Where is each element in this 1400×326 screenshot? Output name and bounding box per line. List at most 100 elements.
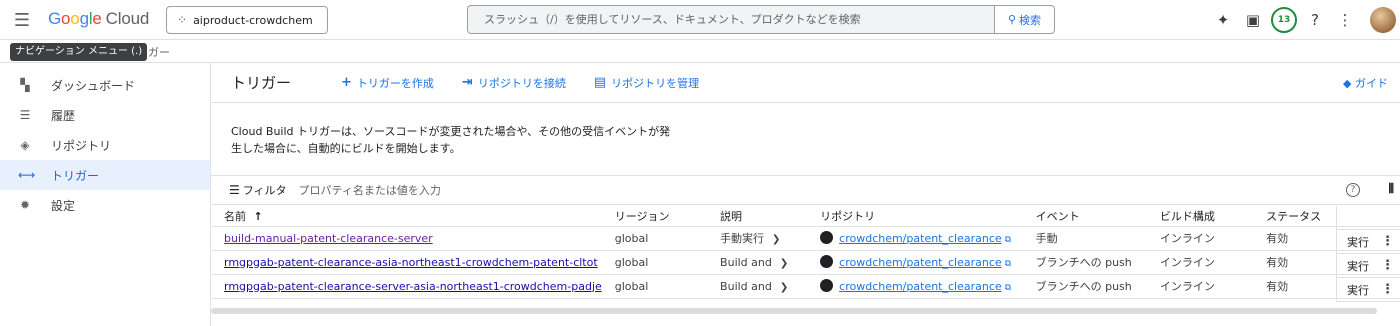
search-bar[interactable]: スラッシュ（/）を使用してリソース、ドキュメント、プロダクトなどを検索 ⚲ 検索 xyxy=(467,5,1055,34)
repository-cell: crowdchem/patent_clearance ⧉ xyxy=(807,226,1023,251)
event-cell: 手動 xyxy=(1022,226,1147,251)
chevron-down-icon[interactable]: ❯ xyxy=(772,234,780,245)
column-header-region[interactable]: リージョン xyxy=(601,206,708,227)
column-display-icon[interactable]: ⫴ xyxy=(1389,182,1394,197)
avatar[interactable] xyxy=(1370,7,1396,33)
manage-repositories-button[interactable]: ▤ リポジトリを管理 xyxy=(594,75,699,91)
sidebar: ▚ ダッシュボード ☰ 履歴 ◈ リポジトリ ⟷ トリガー ✹ 設定 xyxy=(0,70,210,220)
open-in-new-icon[interactable]: ⧉ xyxy=(1005,283,1011,293)
filter-bar: ☰ フィルタ プロパティ名または値を入力 ? ⫴ xyxy=(211,175,1400,205)
open-in-new-icon[interactable]: ⧉ xyxy=(1005,235,1011,245)
triggers-table: 名前 ↑ リージョン 説明 リポジトリ イベント ビルド構成 ステータス bui… xyxy=(211,206,1400,299)
table-row: build-manual-patent-clearance-server glo… xyxy=(211,226,1400,251)
github-icon xyxy=(820,255,834,268)
build-config-cell: インライン xyxy=(1146,226,1254,251)
project-icon: ⁘ xyxy=(177,13,187,27)
more-vert-icon[interactable]: ⋮ xyxy=(1381,258,1394,273)
top-bar: ☰ Google Cloud ⁘ aiproduct-crowdchem スラッシ… xyxy=(0,0,1400,40)
help-icon[interactable]: ? xyxy=(1300,5,1330,35)
plus-icon: + xyxy=(341,75,352,90)
connect-repository-button[interactable]: ⇥ リポジトリを接続 xyxy=(462,75,566,91)
school-icon: ◆ xyxy=(1343,77,1352,90)
repository-link[interactable]: crowdchem/patent_clearance xyxy=(839,256,1002,269)
notifications-badge[interactable]: 13 xyxy=(1271,7,1297,33)
trigger-name-cell: rmgpgab-patent-clearance-asia-northeast1… xyxy=(211,250,602,275)
build-config-cell: インライン xyxy=(1146,274,1254,299)
search-icon: ⚲ xyxy=(1007,13,1017,26)
chevron-down-icon[interactable]: ❯ xyxy=(780,258,788,269)
sidebar-item-dashboard[interactable]: ▚ ダッシュボード xyxy=(0,70,210,100)
description-cell: Build and ❯ xyxy=(707,250,808,275)
description-text: Cloud Build トリガーは、ソースコードが変更された場合や、その他の受信… xyxy=(231,125,671,155)
trigger-name-cell: build-manual-patent-clearance-server xyxy=(211,226,602,251)
run-row: 実行 ⋮ xyxy=(1336,230,1400,254)
table-row: rmgpgab-patent-clearance-asia-northeast1… xyxy=(211,250,1400,275)
sidebar-item-history[interactable]: ☰ 履歴 xyxy=(0,100,210,130)
settings-gear-icon: ✹ xyxy=(19,198,31,212)
open-in-new-icon[interactable]: ⧉ xyxy=(1005,259,1011,269)
table-row: rmgpgab-patent-clearance-server-asia-nor… xyxy=(211,274,1400,299)
repository-cell: crowdchem/patent_clearance ⧉ xyxy=(807,250,1023,275)
trigger-icon: ⟷ xyxy=(18,168,36,182)
repository-icon: ◈ xyxy=(20,138,30,152)
filter-icon: ☰ xyxy=(229,183,240,197)
column-header-repository[interactable]: リポジトリ xyxy=(807,206,1023,227)
sidebar-item-repositories[interactable]: ◈ リポジトリ xyxy=(0,130,210,160)
nav-menu-tooltip: ナビゲーション メニュー (.) xyxy=(10,43,148,61)
top-right-icons: ✦ ▣ 13 ? ⋮ xyxy=(1208,0,1400,40)
main-content: トリガー + トリガーを作成 ⇥ リポジトリを接続 ▤ リポジトリを管理 ◆ ガ… xyxy=(211,63,1400,299)
event-cell: ブランチへの push xyxy=(1022,274,1147,299)
run-button[interactable]: 実行 xyxy=(1347,282,1369,298)
trigger-name-link[interactable]: rmgpgab-patent-clearance-asia-northeast1… xyxy=(224,256,598,269)
more-vert-icon[interactable]: ⋮ xyxy=(1381,282,1394,297)
dashboard-icon: ▚ xyxy=(20,78,30,92)
build-config-cell: インライン xyxy=(1146,250,1254,275)
github-icon xyxy=(820,279,834,292)
gemini-sparkle-icon[interactable]: ✦ xyxy=(1208,5,1238,35)
google-cloud-logo[interactable]: Google Cloud xyxy=(48,9,149,29)
action-bar: トリガー + トリガーを作成 ⇥ リポジトリを接続 ▤ リポジトリを管理 ◆ ガ… xyxy=(211,63,1400,103)
column-header-name[interactable]: 名前 ↑ xyxy=(211,206,602,227)
column-header-build-config[interactable]: ビルド構成 xyxy=(1146,206,1254,227)
run-header-spacer xyxy=(1336,206,1400,230)
filter-label: フィルタ xyxy=(242,184,287,197)
chevron-down-icon[interactable]: ❯ xyxy=(780,282,788,293)
repository-cell: crowdchem/patent_clearance ⧉ xyxy=(807,274,1023,299)
run-row: 実行 ⋮ xyxy=(1336,278,1400,302)
manage-icon: ▤ xyxy=(593,75,607,90)
connect-icon: ⇥ xyxy=(461,75,473,90)
sidebar-item-settings[interactable]: ✹ 設定 xyxy=(0,190,210,220)
more-vert-icon[interactable]: ⋮ xyxy=(1330,5,1360,35)
history-list-icon: ☰ xyxy=(19,108,31,122)
event-cell: ブランチへの push xyxy=(1022,250,1147,275)
column-header-description[interactable]: 説明 xyxy=(707,206,808,227)
column-header-event[interactable]: イベント xyxy=(1022,206,1147,227)
run-button[interactable]: 実行 xyxy=(1347,258,1369,274)
help-circle-icon[interactable]: ? xyxy=(1346,183,1360,197)
trigger-name-link[interactable]: build-manual-patent-clearance-server xyxy=(224,232,433,245)
repository-link[interactable]: crowdchem/patent_clearance xyxy=(839,280,1002,293)
trigger-name-cell: rmgpgab-patent-clearance-server-asia-nor… xyxy=(211,274,602,299)
sort-arrow-icon: ↑ xyxy=(253,209,263,223)
repository-link[interactable]: crowdchem/patent_clearance xyxy=(839,232,1002,245)
create-trigger-button[interactable]: + トリガーを作成 xyxy=(341,75,434,91)
hamburger-menu-icon[interactable]: ☰ xyxy=(8,6,36,34)
run-actions-column: 実行 ⋮ 実行 ⋮ 実行 ⋮ xyxy=(1336,206,1400,302)
sidebar-item-triggers[interactable]: ⟷ トリガー xyxy=(0,160,210,190)
search-button[interactable]: ⚲ 検索 xyxy=(994,6,1054,33)
guide-link[interactable]: ◆ ガイド xyxy=(1343,75,1388,91)
project-selector[interactable]: ⁘ aiproduct-crowdchem xyxy=(166,6,328,34)
trigger-name-link[interactable]: rmgpgab-patent-clearance-server-asia-nor… xyxy=(224,280,602,293)
horizontal-scrollbar[interactable] xyxy=(211,308,1377,314)
run-button[interactable]: 実行 xyxy=(1347,234,1369,250)
region-cell: global xyxy=(601,274,708,299)
more-vert-icon[interactable]: ⋮ xyxy=(1381,234,1394,249)
project-name: aiproduct-crowdchem xyxy=(193,13,313,27)
search-input[interactable]: スラッシュ（/）を使用してリソース、ドキュメント、プロダクトなどを検索 xyxy=(468,6,994,33)
filter-input[interactable]: プロパティ名または値を入力 xyxy=(299,182,441,198)
cloud-shell-icon[interactable]: ▣ xyxy=(1238,5,1268,35)
github-icon xyxy=(820,231,834,244)
breadcrumb: ガー xyxy=(148,46,170,59)
description-cell: Build and ❯ xyxy=(707,274,808,299)
page-title: トリガー xyxy=(231,74,292,92)
